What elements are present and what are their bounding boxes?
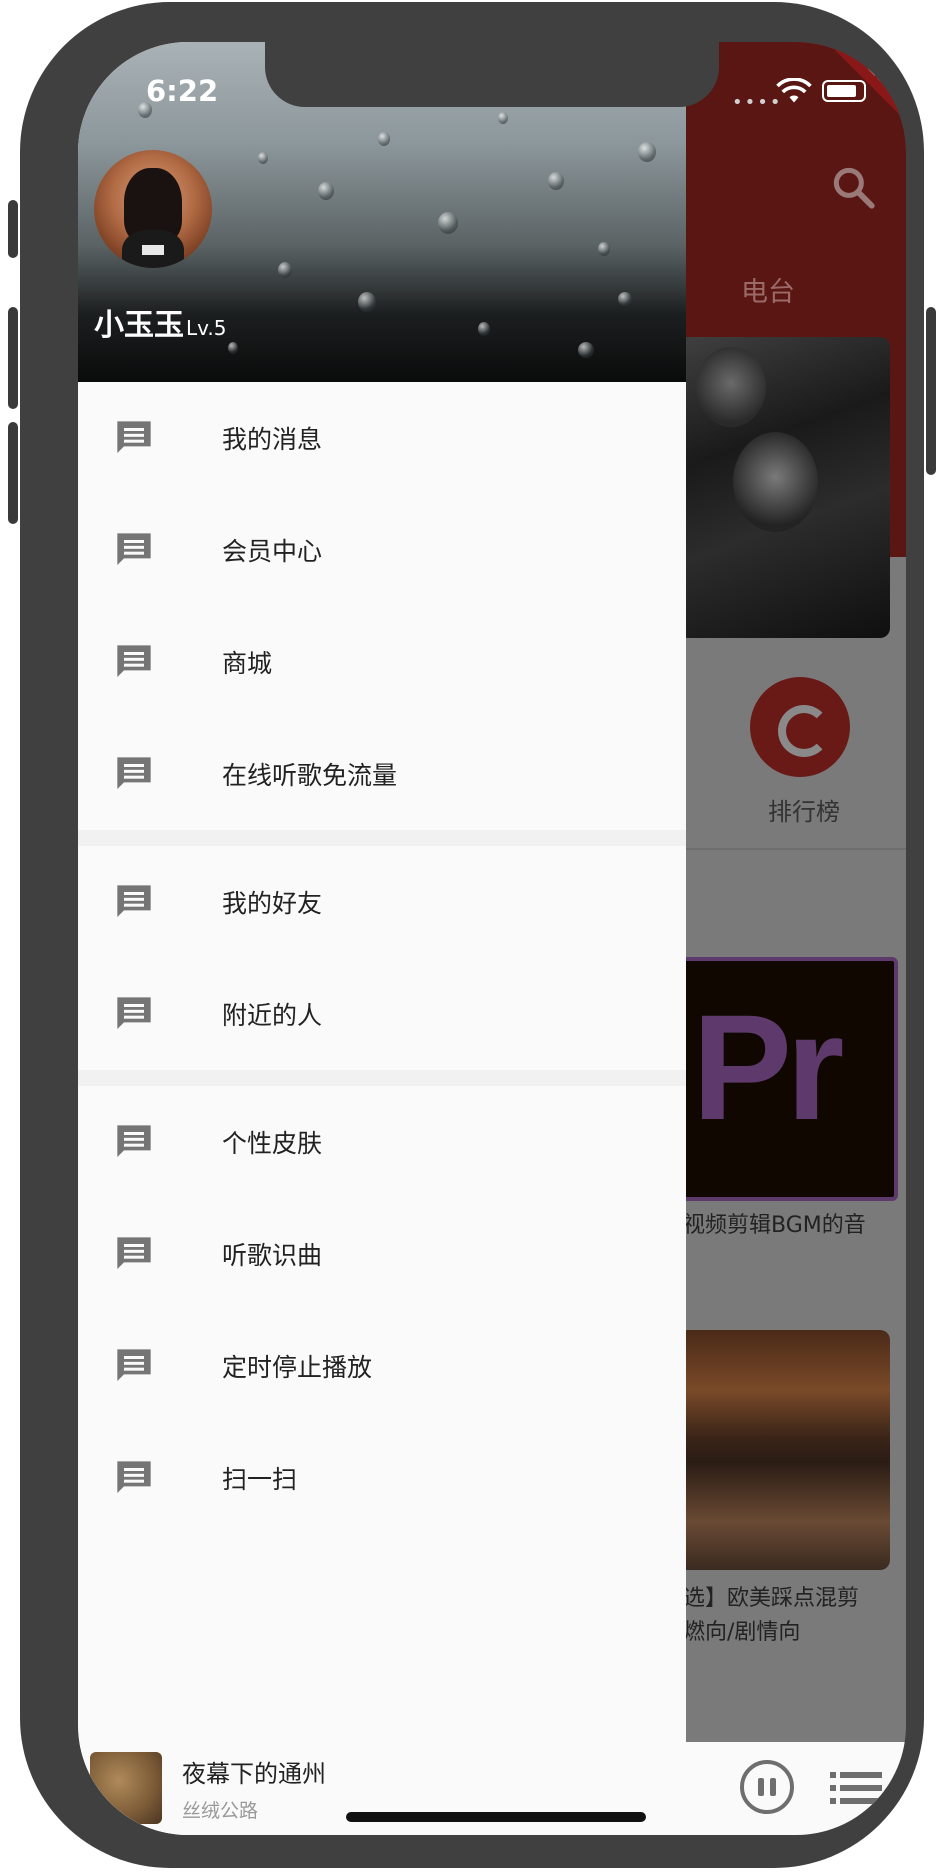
caption-line: 选】欧美踩点混剪 (683, 1586, 860, 1611)
raindrop (278, 262, 292, 278)
user-avatar[interactable] (94, 150, 212, 268)
user-name[interactable]: 小玉玉 Lv.5 (94, 300, 227, 344)
menu-item-label: 听歌识曲 (222, 1241, 323, 1270)
menu-item-label: 我的好友 (222, 889, 323, 918)
premiere-logo: Pr (692, 983, 844, 1151)
home-indicator[interactable] (346, 1812, 646, 1822)
menu-item-label: 会员中心 (222, 537, 323, 566)
message-icon (117, 885, 151, 917)
screen: 电台 排行榜 Pr 视频剪辑BGM的音 选】欧美踩点混剪 燃向/剧情向 小玉玉 … (78, 42, 906, 1835)
playlist-card-caption: 视频剪辑BGM的音 (683, 1213, 866, 1238)
menu-item-label: 商城 (222, 649, 273, 678)
section-divider (78, 1070, 686, 1086)
song-title: 夜幕下的通州 (182, 1760, 326, 1788)
menu-item-song-recognition[interactable]: 听歌识曲 (78, 1198, 686, 1310)
raindrop (498, 112, 508, 124)
album-cover[interactable] (90, 1752, 162, 1824)
pause-button[interactable] (740, 1760, 794, 1814)
message-icon (117, 1237, 151, 1269)
menu-item-nearby[interactable]: 附近的人 (78, 958, 686, 1070)
volume-down-button (8, 422, 18, 524)
menu-item-label: 扫一扫 (222, 1465, 298, 1494)
raindrop (318, 182, 334, 200)
raindrop (438, 212, 458, 234)
message-icon (117, 1349, 151, 1381)
user-level: Lv.5 (186, 316, 227, 340)
raindrop (228, 342, 238, 354)
wifi-icon (776, 78, 812, 103)
playlist-icon[interactable] (830, 1768, 882, 1808)
menu-item-free-data[interactable]: 在线听歌免流量 (78, 718, 686, 830)
message-icon (117, 757, 151, 789)
caption-line: 燃向/剧情向 (683, 1620, 801, 1645)
volume-up-button (8, 307, 18, 409)
menu-item-label: 个性皮肤 (222, 1129, 323, 1158)
section-divider (78, 830, 686, 846)
menu-item-vip-center[interactable]: 会员中心 (78, 494, 686, 606)
featured-photo[interactable] (678, 337, 890, 638)
menu-item-scan[interactable]: 扫一扫 (78, 1422, 686, 1534)
raindrop (598, 242, 610, 256)
person-image (733, 432, 818, 532)
menu-item-messages[interactable]: 我的消息 (78, 382, 686, 494)
raindrop (578, 342, 594, 358)
raindrop (258, 152, 268, 164)
menu-item-friends[interactable]: 我的好友 (78, 846, 686, 958)
divider (678, 848, 906, 850)
signal-icon: •••• (732, 92, 783, 113)
message-icon (117, 1461, 151, 1493)
message-icon (117, 997, 151, 1029)
navigation-drawer: 小玉玉 Lv.5 我的消息 会员中心 商城 在线听歌免流量 我的好友 附近的人 … (78, 42, 686, 1835)
battery-icon (822, 80, 866, 102)
drawer-menu: 我的消息 会员中心 商城 在线听歌免流量 我的好友 附近的人 个性皮肤 听歌识曲… (78, 382, 686, 1534)
message-icon (117, 1125, 151, 1157)
ranking-button[interactable] (750, 677, 850, 777)
phone-frame: 电台 排行榜 Pr 视频剪辑BGM的音 选】欧美踩点混剪 燃向/剧情向 小玉玉 … (8, 2, 936, 1868)
user-name-text: 小玉玉 (94, 308, 184, 343)
menu-item-store[interactable]: 商城 (78, 606, 686, 718)
message-icon (117, 421, 151, 453)
search-icon[interactable] (828, 162, 878, 212)
message-icon (117, 533, 151, 565)
menu-item-label: 我的消息 (222, 425, 323, 454)
notch (265, 42, 719, 107)
menu-item-skins[interactable]: 个性皮肤 (78, 1086, 686, 1198)
menu-item-sleep-timer[interactable]: 定时停止播放 (78, 1310, 686, 1422)
ranking-label: 排行榜 (768, 798, 840, 826)
raindrop (638, 142, 656, 162)
status-time: 6:22 (146, 74, 219, 108)
power-button (926, 307, 936, 475)
raindrop (548, 172, 564, 190)
menu-item-label: 在线听歌免流量 (222, 761, 398, 790)
menu-item-label: 附近的人 (222, 1001, 323, 1030)
tab-radio[interactable]: 电台 (741, 270, 795, 309)
menu-item-label: 定时停止播放 (222, 1353, 373, 1382)
message-icon (117, 645, 151, 677)
ranking-icon (778, 705, 830, 757)
person-image (696, 347, 766, 427)
raindrop (378, 132, 390, 146)
raindrop (618, 292, 632, 306)
playlist-card-caption: 选】欧美踩点混剪 燃向/剧情向 (683, 1582, 859, 1650)
playlist-card-movie[interactable] (678, 1330, 890, 1570)
raindrop (478, 322, 490, 336)
song-artist: 丝绒公路 (182, 1800, 259, 1822)
mute-switch (8, 200, 18, 258)
playlist-card-premiere[interactable]: Pr (678, 957, 898, 1201)
raindrop (358, 292, 376, 312)
